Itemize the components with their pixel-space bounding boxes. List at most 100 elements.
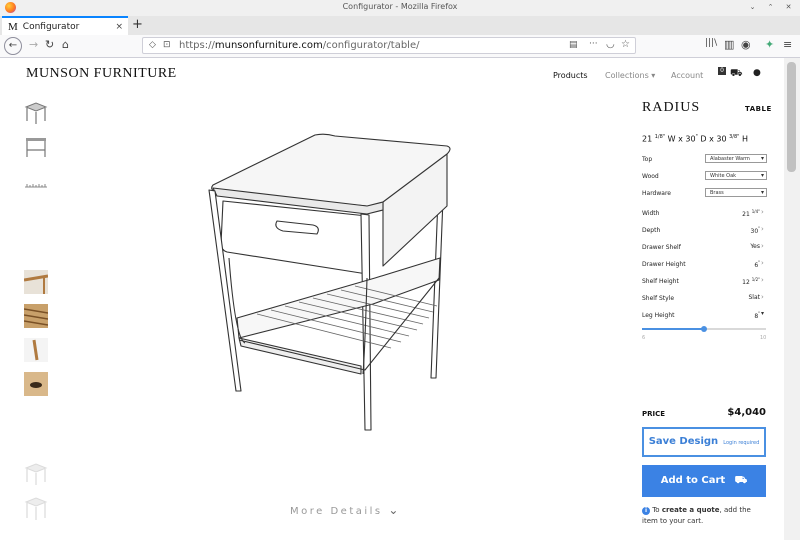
tab-title: Configurator bbox=[22, 21, 80, 32]
thumb-view-iso[interactable] bbox=[24, 101, 48, 125]
tab-close-icon[interactable]: × bbox=[115, 22, 123, 32]
row-width-label: Width bbox=[642, 210, 660, 217]
close-window-button[interactable]: ✕ bbox=[783, 2, 794, 13]
option-top-label: Top bbox=[642, 156, 653, 163]
row-shelf-style-value[interactable]: Slat bbox=[748, 294, 760, 301]
lock-icon[interactable]: ⊡ bbox=[163, 40, 171, 50]
add-to-cart-label: Add to Cart bbox=[660, 475, 726, 486]
slider-min-label: 6 bbox=[642, 335, 646, 341]
reload-button[interactable]: ↻ bbox=[45, 38, 54, 51]
site-logo[interactable]: MUNSON FURNITURE bbox=[26, 66, 177, 82]
row-depth-value[interactable]: 30" bbox=[751, 226, 760, 235]
window-titlebar: Configurator - Mozilla Firefox ⌄ ⌃ ✕ bbox=[0, 0, 800, 17]
thumb-photo-pull[interactable] bbox=[24, 372, 48, 396]
photo-corner-icon bbox=[23, 274, 49, 294]
sidebar-icon[interactable]: ▥ bbox=[724, 38, 734, 51]
thumb-view-top[interactable] bbox=[24, 175, 48, 188]
save-design-button[interactable]: Save Design Login required bbox=[642, 427, 766, 457]
slider-max-label: 10 bbox=[760, 335, 767, 341]
save-design-label: Save Design bbox=[648, 436, 719, 447]
row-drawer-shelf-value[interactable]: Yes bbox=[750, 243, 760, 250]
row-leg-height-label: Leg Height bbox=[642, 312, 675, 319]
option-hardware-select[interactable]: Brass ▾ bbox=[705, 188, 767, 197]
table-iso-icon bbox=[24, 102, 48, 124]
photo-pull-icon bbox=[30, 382, 42, 388]
table-iso-icon bbox=[24, 463, 48, 485]
menu-icon[interactable]: ≡ bbox=[783, 38, 792, 51]
url-text: https://munsonfurniture.com/configurator… bbox=[179, 40, 420, 51]
scrollbar-thumb[interactable] bbox=[787, 62, 796, 172]
product-dimensions: 21 1/8" W x 30" D x 30 3/8" H bbox=[642, 134, 749, 144]
thumb-view-iso-alt[interactable] bbox=[24, 462, 48, 486]
addons-icon[interactable]: ✦ bbox=[765, 38, 774, 51]
photo-slats-icon bbox=[23, 308, 49, 326]
reader-view-icon[interactable]: ▤ bbox=[569, 40, 578, 50]
row-depth-label: Depth bbox=[642, 227, 661, 234]
chevron-right-icon[interactable]: › bbox=[761, 293, 764, 301]
window-title: Configurator - Mozilla Firefox bbox=[342, 2, 458, 11]
home-button[interactable]: ⌂ bbox=[62, 38, 69, 51]
row-drawer-height-label: Drawer Height bbox=[642, 261, 686, 268]
url-bar[interactable]: ◇ ⊡ https://munsonfurniture.com/configur… bbox=[142, 37, 636, 54]
chevron-right-icon[interactable]: › bbox=[761, 276, 764, 284]
row-shelf-style-label: Shelf Style bbox=[642, 295, 675, 302]
row-drawer-shelf-label: Drawer Shelf bbox=[642, 244, 681, 251]
leg-height-slider-handle[interactable] bbox=[701, 326, 707, 332]
chevron-right-icon[interactable]: › bbox=[761, 259, 764, 267]
row-shelf-height-value[interactable]: 12 1/2" bbox=[742, 277, 760, 286]
chevron-down-icon: ▾ bbox=[760, 189, 764, 196]
nav-products-link[interactable]: Products bbox=[553, 71, 588, 80]
product-category: TABLE bbox=[745, 105, 772, 113]
row-width-value[interactable]: 21 1/4" bbox=[742, 209, 760, 218]
library-icon[interactable]: |||\ bbox=[705, 38, 717, 48]
row-shelf-height-label: Shelf Height bbox=[642, 278, 679, 285]
row-leg-height-value[interactable]: 8" bbox=[754, 311, 760, 320]
browser-tab[interactable]: M Configurator × bbox=[2, 16, 128, 35]
option-wood-select[interactable]: White Oak ▾ bbox=[705, 171, 767, 180]
thumb-photo-corner[interactable] bbox=[23, 270, 49, 294]
chevron-right-icon[interactable]: › bbox=[761, 225, 764, 233]
photo-leg-icon bbox=[32, 339, 39, 361]
bookmark-star-icon[interactable]: ☆ bbox=[621, 39, 630, 50]
ruler-icon bbox=[25, 184, 47, 188]
login-required-note: Login required bbox=[723, 440, 760, 446]
truck-icon: ⛟ bbox=[734, 475, 748, 486]
account-icon[interactable]: ◉ bbox=[741, 38, 751, 51]
product-3d-view[interactable] bbox=[195, 128, 465, 433]
cart-truck-icon[interactable]: ⛟ bbox=[730, 68, 743, 81]
maximize-button[interactable]: ⌃ bbox=[765, 2, 776, 13]
tracking-shield-icon[interactable]: ◇ bbox=[149, 40, 156, 50]
price-value: $4,040 bbox=[727, 407, 766, 418]
thumb-view-front[interactable] bbox=[24, 135, 48, 159]
chevron-down-icon: ▾ bbox=[760, 155, 764, 162]
more-details-link[interactable]: More Details ⌄ bbox=[290, 503, 398, 517]
leg-height-slider-fill bbox=[642, 328, 704, 330]
window-controls: ⌄ ⌃ ✕ bbox=[747, 2, 794, 13]
table-iso-icon bbox=[24, 497, 48, 520]
minimize-button[interactable]: ⌄ bbox=[747, 2, 758, 13]
tab-strip: M Configurator × + bbox=[0, 16, 800, 35]
row-drawer-height-value[interactable]: 6" bbox=[754, 260, 760, 269]
chevron-down-icon: ▾ bbox=[651, 71, 656, 80]
pocket-icon[interactable]: ◡ bbox=[606, 39, 615, 50]
thumb-photo-leg[interactable] bbox=[24, 338, 48, 362]
add-to-cart-button[interactable]: Add to Cart ⛟ bbox=[642, 465, 766, 497]
thumb-photo-slats[interactable] bbox=[23, 304, 49, 328]
user-icon[interactable]: ● bbox=[753, 68, 761, 78]
new-tab-button[interactable]: + bbox=[132, 17, 143, 32]
create-quote-link[interactable]: create a quote bbox=[662, 506, 720, 514]
page-actions-icon[interactable]: ··· bbox=[589, 39, 598, 49]
chevron-right-icon[interactable]: › bbox=[761, 208, 764, 216]
nav-collections-link[interactable]: Collections ▾ bbox=[605, 71, 655, 80]
nav-account-link[interactable]: Account bbox=[671, 71, 703, 80]
forward-button[interactable]: → bbox=[29, 38, 38, 51]
chevron-down-icon: ⌄ bbox=[388, 503, 399, 517]
option-top-select[interactable]: Alabaster Warm ▾ bbox=[705, 154, 767, 163]
cart-count-badge[interactable]: 0 bbox=[718, 67, 726, 75]
back-button[interactable]: ← bbox=[4, 37, 22, 55]
chevron-down-icon[interactable]: ▾ bbox=[761, 310, 764, 317]
info-icon: i bbox=[642, 507, 650, 515]
price-label: PRICE bbox=[642, 410, 666, 418]
thumb-view-iso-alt2[interactable] bbox=[24, 496, 48, 520]
chevron-right-icon[interactable]: › bbox=[761, 242, 764, 250]
